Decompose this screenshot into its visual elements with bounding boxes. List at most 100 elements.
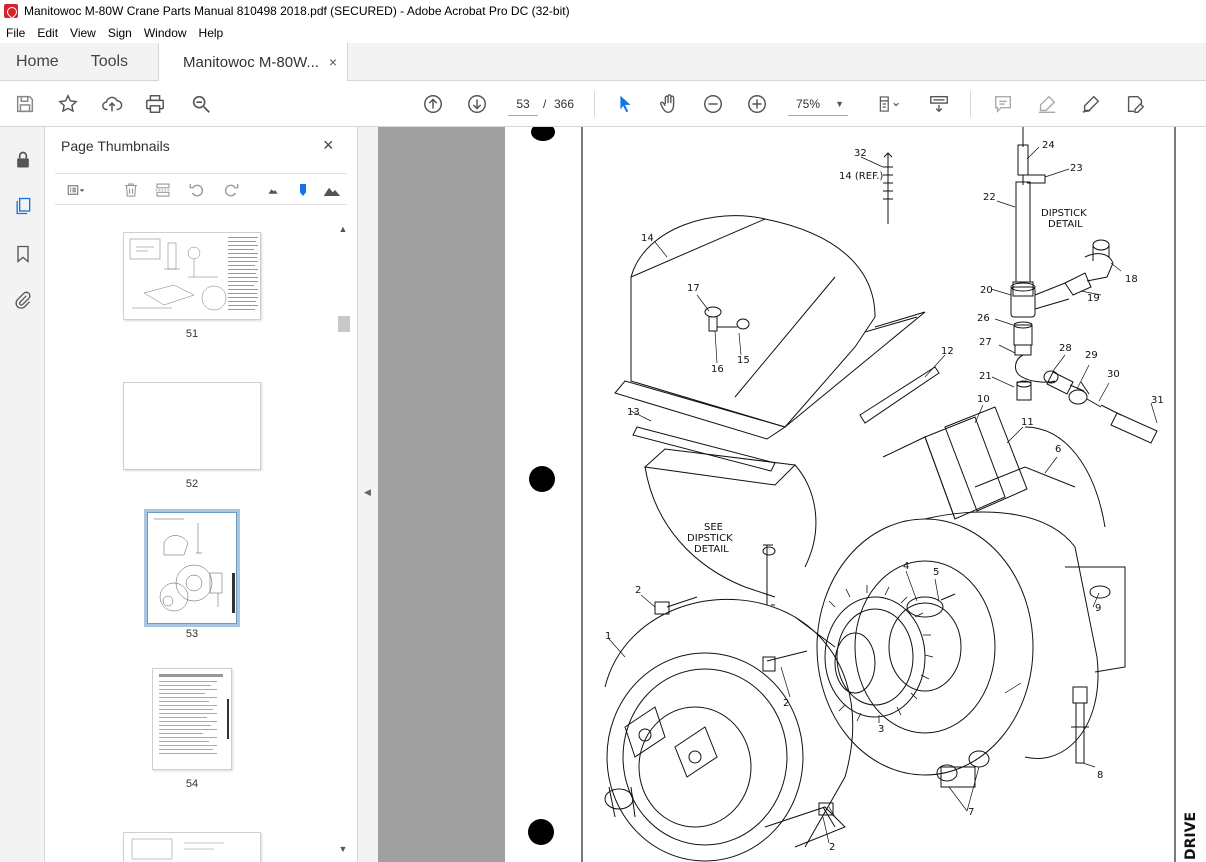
page-thumbnail-55[interactable] [123,832,261,862]
pane-title: Page Thumbnails [61,138,170,154]
tab-tools[interactable]: Tools [75,43,144,80]
toolbar-divider [970,91,971,117]
zoom-value: 75% [796,97,821,111]
zoom-select[interactable]: 75% ▼ [788,92,848,116]
page-thumbnail-52[interactable] [123,382,261,470]
rotate-right-icon[interactable] [219,178,243,202]
callout-label: 27 [979,337,992,348]
delete-page-icon[interactable] [119,178,143,202]
sign-icon[interactable] [1078,91,1104,117]
page-thumbnail-53[interactable] [144,509,240,627]
large-thumbnail-icon[interactable] [319,178,345,202]
pane-splitter[interactable]: ◀ [358,127,378,862]
page-up-icon[interactable] [420,91,446,117]
save-icon[interactable] [12,91,38,117]
star-icon[interactable] [55,91,81,117]
menu-edit[interactable]: Edit [31,26,64,40]
callout-label: 3 [878,724,884,735]
find-icon[interactable] [188,91,214,117]
page-down-icon[interactable] [464,91,490,117]
fit-page-icon[interactable] [872,91,906,117]
page-thumbnails-icon[interactable] [10,193,36,219]
callout-label: 2 [783,698,789,709]
callout-label: 29 [1085,350,1098,361]
callout-label: 4 [903,561,909,572]
zoom-out-icon[interactable] [700,91,726,117]
left-tool-rail [0,127,45,862]
close-pane-icon[interactable]: × [323,135,334,156]
menu-help[interactable]: Help [193,26,230,40]
scrollbar-thumb[interactable] [338,316,350,332]
comment-icon[interactable] [990,91,1016,117]
scroll-mode-icon[interactable] [926,91,952,117]
fill-sign-icon[interactable] [1122,91,1148,117]
select-cursor-icon[interactable] [612,91,638,117]
tab-document-label: Manitowoc M-80W... [183,53,319,71]
menu-file[interactable]: File [0,26,31,40]
chevron-down-icon: ▼ [835,99,844,109]
print-icon[interactable] [142,91,168,117]
callout-label: 20 [980,285,993,296]
bookmark-icon[interactable] [10,241,36,267]
title-bar: Manitowoc M-80W Crane Parts Manual 81049… [0,0,1206,22]
tab-bar: Home Tools Manitowoc M-80W... × [0,43,1206,81]
callout-label: 19 [1087,293,1100,304]
callout-label: 6 [1055,444,1061,455]
callout-label: DETAIL [694,544,729,555]
callout-label: 26 [977,313,990,324]
callout-label: SEE [704,522,723,533]
scroll-down-icon[interactable]: ▼ [336,842,350,856]
main-toolbar: 53 / 366 75% ▼ [0,81,1206,127]
callout-label: 16 [711,364,724,375]
callout-label: 13 [627,407,640,418]
callout-label: 21 [979,371,992,382]
collapse-pane-icon[interactable]: ◀ [364,487,371,498]
upload-icon[interactable] [99,91,125,117]
attachment-icon[interactable] [10,287,36,313]
rotate-left-icon[interactable] [185,178,209,202]
thumbnail-label: 51 [185,328,199,340]
small-thumbnail-icon[interactable] [261,178,285,202]
tab-home[interactable]: Home [0,43,75,80]
callout-label: 2 [635,585,641,596]
callout-label: 1 [605,631,611,642]
menu-sign[interactable]: Sign [102,26,138,40]
page-thumbnail-51[interactable] [123,232,261,320]
callout-label: 5 [933,567,939,578]
menu-view[interactable]: View [64,26,102,40]
callout-label: 8 [1097,770,1103,781]
close-tab-icon[interactable]: × [329,54,337,70]
callout-label: DIPSTICK [687,533,733,544]
callout-label: 28 [1059,343,1072,354]
hand-icon[interactable] [656,91,682,117]
scroll-up-icon[interactable]: ▲ [336,222,350,236]
menu-window[interactable]: Window [138,26,193,40]
page-separator: / [543,97,547,111]
page-number-input[interactable]: 53 [508,92,538,116]
side-caption: DRIVE [1183,812,1199,860]
toolbar-divider [594,91,595,117]
thumbnail-toolbar [55,173,347,205]
callout-label: 10 [977,394,990,405]
document-page: 32 14 (REF.) 24 23 22 DIPSTICK DETAIL 18… [505,127,1206,862]
thumbnails-pane: Page Thumbnails × 51 52 53 54 ▲ ▼ [45,127,358,862]
tab-document[interactable]: Manitowoc M-80W... × [158,43,349,81]
callout-label: 2 [829,842,835,853]
document-view[interactable]: 32 14 (REF.) 24 23 22 DIPSTICK DETAIL 18… [378,127,1206,862]
callout-label: 12 [941,346,954,357]
callout-label: 24 [1042,140,1055,151]
thumbnail-scrollbar[interactable]: ▲ ▼ [336,222,350,862]
options-menu-icon[interactable] [59,178,93,202]
thumbnail-label: 54 [185,778,199,790]
callout-label-text: 14 (REF.) [839,171,883,182]
acrobat-icon [4,4,18,18]
lock-icon[interactable] [10,147,36,173]
zoom-in-icon[interactable] [744,91,770,117]
highlight-icon[interactable] [1034,91,1060,117]
callout-label: 23 [1070,163,1083,174]
extract-page-icon[interactable] [151,178,175,202]
page-thumbnail-54[interactable] [152,668,232,770]
callout-label: 32 [854,148,867,159]
callout-label: 9 [1095,603,1101,614]
slider-handle-icon[interactable] [291,178,315,202]
